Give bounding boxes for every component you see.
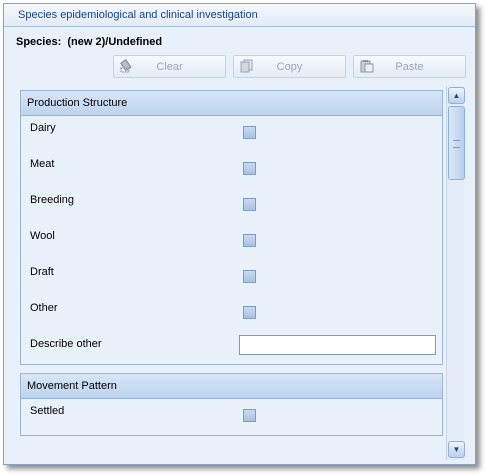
copy-button[interactable]: Copy [233, 55, 346, 78]
list-item: Wool [21, 224, 442, 260]
scroll-down-button[interactable]: ▼ [448, 441, 465, 458]
group-title: Movement Pattern [27, 380, 117, 392]
vertical-scrollbar[interactable]: ▲ ▼ [446, 86, 465, 460]
group-title: Production Structure [27, 97, 128, 109]
list-item: Settled [21, 399, 442, 435]
describe-other-input[interactable] [239, 335, 436, 355]
list-item: Other [21, 296, 442, 332]
other-checkbox[interactable] [243, 306, 256, 319]
movement-pattern-group: Movement Pattern Settled [20, 373, 443, 436]
meat-label: Meat [30, 158, 55, 170]
group-header: Movement Pattern [21, 374, 442, 399]
eraser-icon [120, 59, 132, 73]
paste-icon [360, 60, 374, 73]
copy-icon [240, 59, 253, 73]
draft-checkbox[interactable] [243, 270, 256, 283]
chevron-down-icon: ▼ [452, 445, 461, 454]
list-item: Breeding [21, 188, 442, 224]
wool-label: Wool [30, 230, 55, 242]
paste-label: Paste [395, 60, 424, 73]
list-item: Meat [21, 152, 442, 188]
paste-button[interactable]: Paste [353, 55, 466, 78]
list-item: Describe other [21, 332, 442, 364]
scrollbar-thumb[interactable] [448, 106, 465, 180]
breeding-label: Breeding [30, 194, 75, 206]
settled-checkbox[interactable] [243, 409, 256, 422]
settled-label: Settled [30, 405, 65, 417]
clear-label: Clear [156, 60, 183, 73]
list-item: Dairy [21, 116, 442, 152]
species-value: (new 2)/Undefined [67, 36, 163, 48]
copy-label: Copy [276, 60, 303, 73]
list-item: Draft [21, 260, 442, 296]
species-line: Species: (new 2)/Undefined [16, 36, 162, 48]
form-scroll-area: Production Structure Dairy Meat Breeding… [20, 90, 443, 460]
scroll-up-button[interactable]: ▲ [448, 87, 465, 104]
grip-icon [453, 140, 460, 148]
production-structure-group: Production Structure Dairy Meat Breeding… [20, 90, 443, 365]
clear-button[interactable]: Clear [113, 55, 226, 78]
window-title: Species epidemiological and clinical inv… [18, 9, 258, 21]
chevron-up-icon: ▲ [452, 91, 461, 100]
species-label: Species: [16, 36, 62, 48]
describe-other-label: Describe other [30, 338, 102, 350]
draft-label: Draft [30, 266, 54, 278]
toolbar: Clear Copy Paste [113, 55, 466, 78]
investigation-window: Species epidemiological and clinical inv… [3, 3, 476, 465]
window-titlebar: Species epidemiological and clinical inv… [4, 4, 475, 27]
other-label: Other [30, 302, 58, 314]
dairy-label: Dairy [30, 122, 56, 134]
group-header: Production Structure [21, 91, 442, 116]
meat-checkbox[interactable] [243, 162, 256, 175]
breeding-checkbox[interactable] [243, 198, 256, 211]
dairy-checkbox[interactable] [243, 126, 256, 139]
wool-checkbox[interactable] [243, 234, 256, 247]
